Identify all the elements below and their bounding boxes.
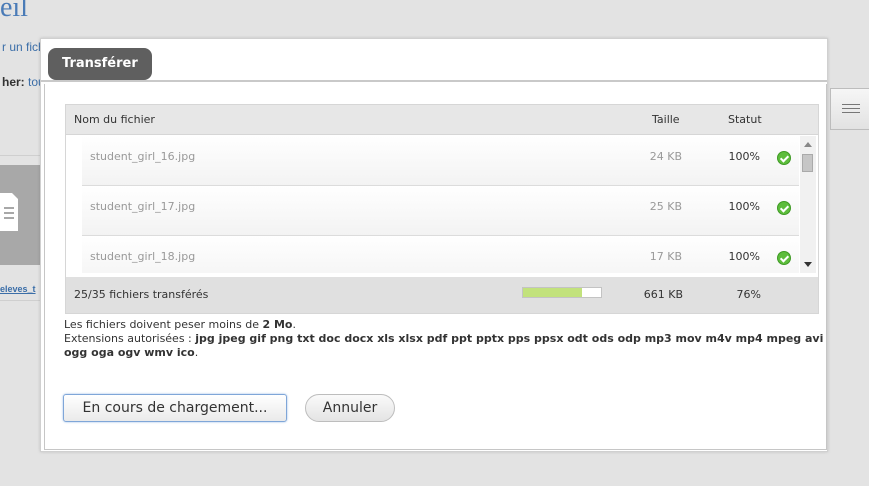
table-row: student_girl_17.jpg 25 KB 100% bbox=[82, 186, 799, 236]
transfer-count: 25/35 fichiers transférés bbox=[74, 288, 209, 301]
size-limit-prefix: Les fichiers doivent peser moins de bbox=[64, 318, 259, 331]
tab-strip: Transférer bbox=[41, 39, 827, 82]
upload-dialog: Transférer Nom du fichier Taille Statut … bbox=[40, 38, 828, 452]
folder-label-text: her: bbox=[2, 75, 25, 89]
total-percent: 76% bbox=[736, 288, 761, 301]
size-limit-text: Les fichiers doivent peser moins de 2 Mo… bbox=[64, 318, 824, 332]
cancel-button[interactable]: Annuler bbox=[305, 394, 395, 422]
scroll-thumb[interactable] bbox=[802, 154, 813, 172]
file-link[interactable]: eleves_t bbox=[0, 284, 36, 294]
table-row: student_girl_18.jpg 17 KB 100% bbox=[82, 236, 799, 273]
size-limit-suffix: . bbox=[292, 318, 297, 331]
menu-toggle-button[interactable] bbox=[830, 88, 869, 130]
extensions-text: Extensions autorisées : jpg jpeg gif png… bbox=[64, 332, 824, 360]
upload-panel: Nom du fichier Taille Statut student_gir… bbox=[44, 84, 827, 450]
file-thumbnail[interactable] bbox=[0, 165, 40, 265]
file-status: 100% bbox=[728, 150, 760, 163]
extensions-prefix: Extensions autorisées : bbox=[64, 332, 192, 345]
file-size: 24 KB bbox=[649, 150, 682, 163]
check-icon bbox=[777, 201, 791, 215]
column-header-name: Nom du fichier bbox=[74, 113, 155, 126]
file-status: 100% bbox=[728, 250, 760, 263]
upload-file-link[interactable]: r un fich bbox=[2, 40, 45, 54]
table-row: student_girl_16.jpg 24 KB 100% bbox=[82, 136, 799, 186]
size-limit-value: 2 Mo bbox=[262, 318, 293, 331]
total-size: 661 KB bbox=[643, 288, 683, 301]
extensions-suffix: . bbox=[194, 346, 199, 359]
loading-button[interactable]: En cours de chargement... bbox=[63, 394, 287, 422]
folder-label: her: tou bbox=[2, 75, 45, 89]
file-name: student_girl_17.jpg bbox=[90, 200, 196, 213]
file-name: student_girl_16.jpg bbox=[90, 150, 196, 163]
page-title-fragment: eil bbox=[0, 0, 28, 23]
column-header-size: Taille bbox=[652, 113, 680, 126]
scroll-down-icon[interactable] bbox=[804, 262, 812, 267]
progress-bar bbox=[522, 287, 602, 298]
column-header-status: Statut bbox=[728, 113, 762, 126]
table-header: Nom du fichier Taille Statut bbox=[66, 105, 818, 135]
progress-bar-fill bbox=[523, 288, 583, 297]
check-icon bbox=[777, 151, 791, 165]
file-name: student_girl_18.jpg bbox=[90, 250, 196, 263]
scroll-up-icon[interactable] bbox=[804, 142, 812, 147]
hamburger-icon bbox=[842, 104, 860, 116]
file-size: 17 KB bbox=[649, 250, 682, 263]
divider bbox=[0, 155, 40, 156]
file-list[interactable]: student_girl_16.jpg 24 KB 100% student_g… bbox=[66, 136, 818, 273]
table-footer: 25/35 fichiers transférés 661 KB 76% bbox=[66, 277, 818, 313]
upload-table: Nom du fichier Taille Statut student_gir… bbox=[65, 104, 819, 314]
tab-transferer[interactable]: Transférer bbox=[48, 48, 152, 80]
divider bbox=[0, 300, 40, 301]
upload-info: Les fichiers doivent peser moins de 2 Mo… bbox=[64, 318, 824, 360]
document-icon bbox=[0, 193, 18, 231]
file-status: 100% bbox=[728, 200, 760, 213]
file-list-scrollbar[interactable] bbox=[800, 136, 816, 273]
file-size: 25 KB bbox=[649, 200, 682, 213]
check-icon bbox=[777, 251, 791, 265]
